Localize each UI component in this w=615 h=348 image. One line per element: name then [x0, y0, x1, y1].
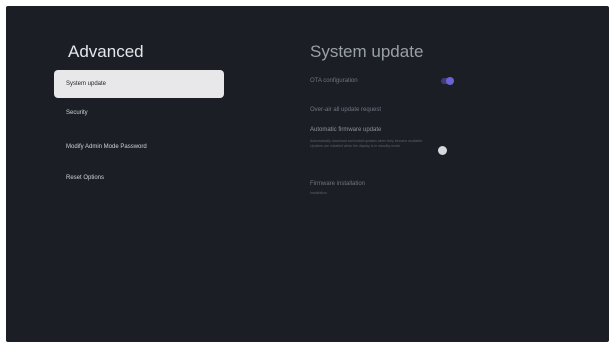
automatic-update-description: Automatically download and install updat… [310, 139, 424, 148]
update-request-label[interactable]: Over-air all update request [310, 107, 381, 113]
menu-item-label: System update [66, 81, 107, 87]
menu-item-label: Modify Admin Mode Password [66, 144, 147, 150]
left-panel-title: Advanced [68, 42, 144, 61]
menu-item-system-update[interactable]: System update [54, 70, 224, 98]
automatic-update-toggle[interactable] [438, 146, 447, 155]
firmware-installation-sublabel: Installation [310, 191, 327, 195]
menu-item-modify-admin-password[interactable]: Modify Admin Mode Password [54, 133, 224, 161]
right-panel-title: System update [310, 42, 424, 61]
menu-item-label: Security [66, 110, 88, 116]
firmware-installation-label[interactable]: Firmware installation [310, 181, 365, 187]
ota-configuration-toggle[interactable] [441, 77, 454, 85]
ota-configuration-label[interactable]: OTA configuration [310, 78, 358, 84]
menu-item-label: Reset Options [66, 175, 105, 181]
automatic-update-label[interactable]: Automatic firmware update [310, 127, 381, 133]
settings-screen: Advanced System update Security Modify A… [6, 6, 609, 342]
toggle-knob [446, 77, 454, 85]
menu-item-reset-options[interactable]: Reset Options [54, 164, 224, 192]
menu-item-security[interactable]: Security [54, 99, 224, 127]
